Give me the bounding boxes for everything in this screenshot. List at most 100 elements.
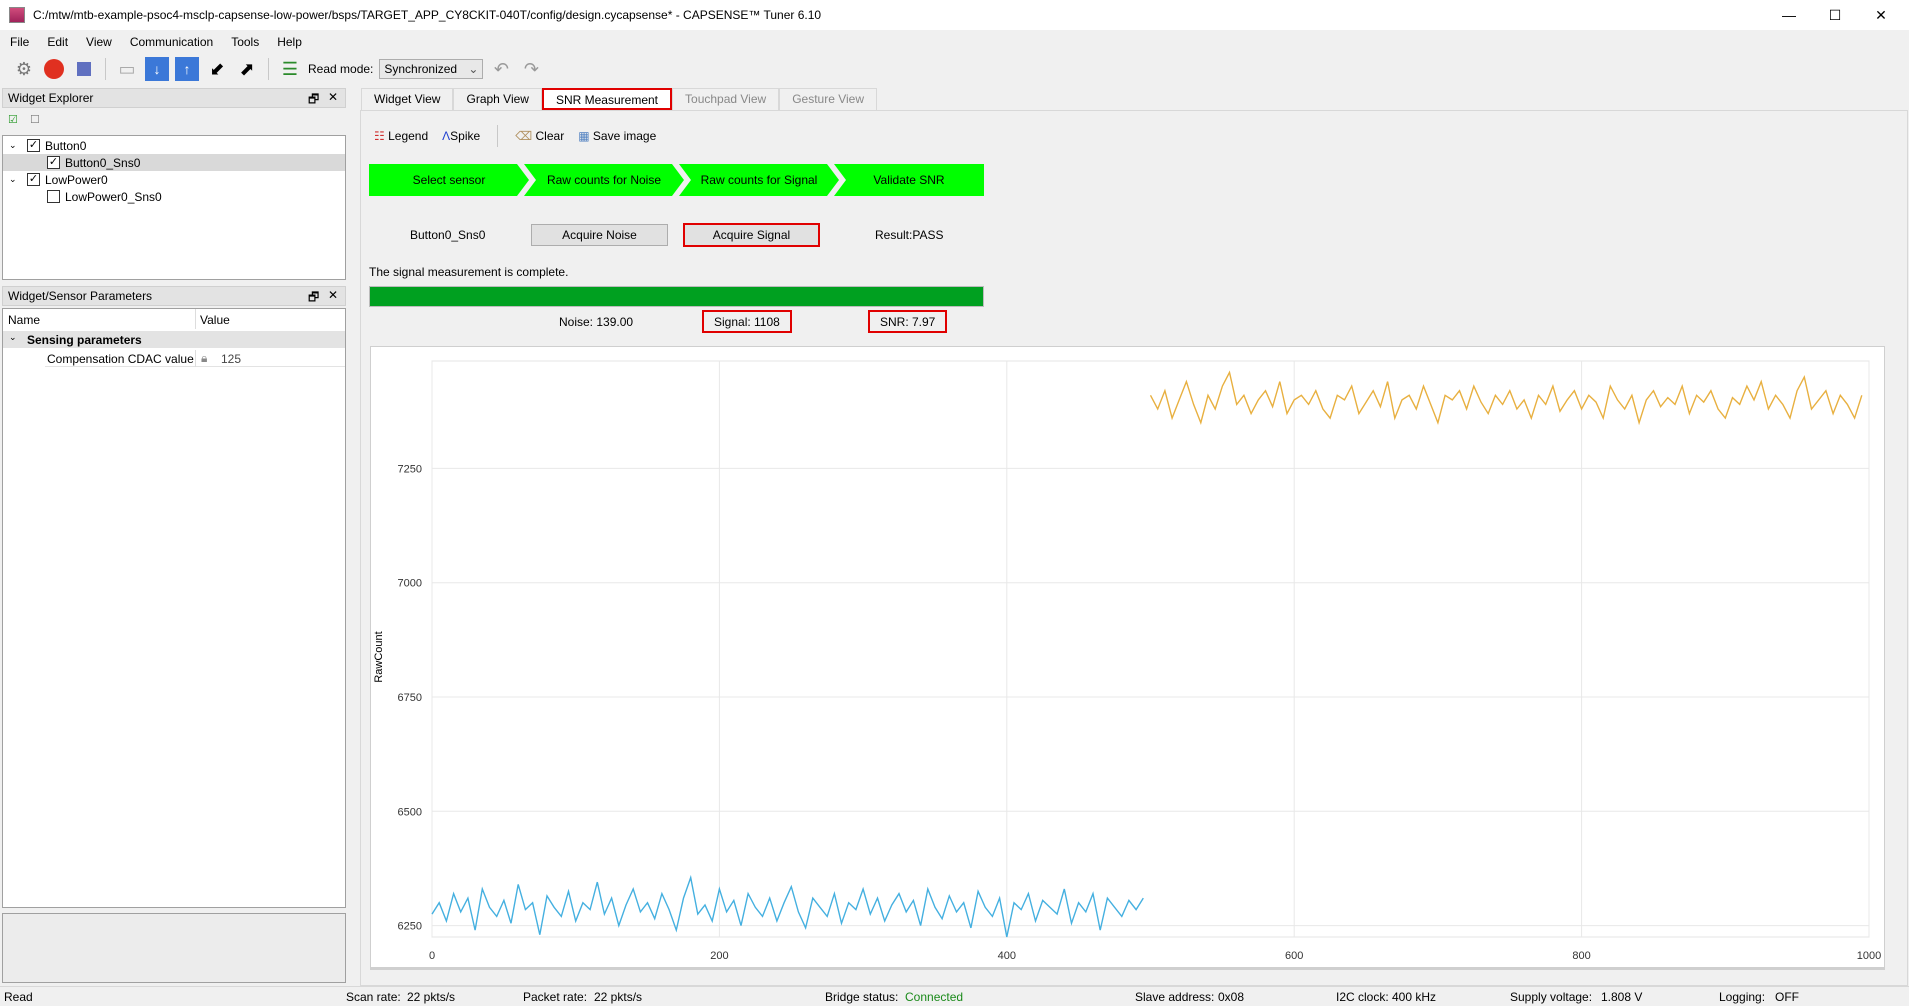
tab-snr-measurement[interactable]: SNR Measurement — [541, 88, 673, 110]
x-tick-label: 600 — [1285, 950, 1303, 962]
menu-edit[interactable]: Edit — [37, 32, 76, 52]
acquire-signal-button[interactable]: Acquire Signal — [683, 223, 820, 247]
parameters-header: Widget/Sensor Parameters 🗗 ✕ — [2, 286, 346, 306]
undo-icon[interactable]: ↶ — [489, 57, 513, 81]
y-tick-label: 6250 — [398, 921, 422, 933]
checkbox[interactable] — [47, 190, 60, 203]
step-signal: Raw counts for Signal — [679, 164, 839, 196]
tab-touchpad-view[interactable]: Touchpad View — [672, 88, 780, 110]
menu-view[interactable]: View — [76, 32, 120, 52]
tab-widget-view[interactable]: Widget View — [361, 88, 454, 110]
legend-button[interactable]: ☷ Legend — [374, 129, 428, 143]
disconnect-icon[interactable] — [42, 57, 66, 81]
packet-rate-value: 22 pkts/s — [594, 990, 643, 1004]
column-header-name: Name — [8, 313, 41, 327]
supply-voltage-value: 1.808 V — [1601, 990, 1643, 1004]
menu-communication[interactable]: Communication — [120, 32, 221, 52]
supply-voltage-label: Supply voltage: — [1510, 990, 1593, 1004]
close-panel-icon[interactable]: ✕ — [328, 90, 338, 104]
minimize-button[interactable]: — — [1766, 0, 1812, 30]
check-all-icon[interactable]: ☑ — [8, 113, 18, 126]
chevron-down-icon[interactable]: ⌄ — [9, 332, 17, 343]
signal-series-line — [1149, 370, 1863, 426]
gear-icon[interactable]: ⚙ — [12, 57, 36, 81]
x-tick-label: 800 — [1572, 950, 1590, 962]
float-icon[interactable]: 🗗 — [308, 288, 319, 309]
group-sensing-parameters[interactable]: ⌄ Sensing parameters — [3, 331, 345, 348]
checkbox[interactable]: ✓ — [47, 156, 60, 169]
close-button[interactable]: ✕ — [1858, 0, 1904, 30]
tree-item-button0[interactable]: ⌄ ✓ Button0 — [9, 137, 86, 154]
separator — [497, 125, 499, 147]
clear-button[interactable]: ⌫ Clear — [515, 129, 564, 143]
logging-value: OFF — [1775, 990, 1799, 1004]
chevron-down-icon[interactable]: ⌄ — [9, 140, 27, 151]
slave-address-label: Slave address: — [1135, 990, 1215, 1004]
slave-address-value: 0x08 — [1218, 990, 1245, 1004]
i2c-clock-value: 400 kHz — [1392, 990, 1437, 1004]
chart-container: 0 200 400 600 800 1000 6250 6500 6750 7000 7250 Ra… — [370, 346, 1885, 970]
float-icon[interactable]: 🗗 — [308, 90, 319, 111]
stop-icon[interactable] — [72, 57, 96, 81]
clear-label: Clear — [535, 129, 565, 143]
column-header-value: Value — [200, 313, 230, 327]
tree-item-lowpower0[interactable]: ⌄ ✓ LowPower0 — [9, 171, 108, 188]
read-mode-value: Synchronized — [384, 62, 458, 76]
title-bar: C:/mtw/mtb-example-psoc4-msclp-capsense-… — [0, 0, 1909, 30]
window-title: C:/mtw/mtb-example-psoc4-msclp-capsense-… — [33, 8, 822, 22]
read-mode-select[interactable]: Synchronized ⌄ — [379, 59, 484, 79]
checkbox[interactable]: ✓ — [27, 173, 40, 186]
menu-bar: File Edit View Communication Tools Help — [0, 32, 1909, 52]
panel-title: Widget Explorer — [8, 91, 94, 105]
bridge-status-value: Connected — [905, 990, 964, 1004]
step-validate: Validate SNR — [834, 164, 984, 196]
close-panel-icon[interactable]: ✕ — [328, 288, 338, 302]
parameters-table: Name Value ⌄ Sensing parameters Compensa… — [2, 308, 346, 908]
tab-gesture-view[interactable]: Gesture View — [779, 88, 877, 110]
spike-button[interactable]: ΛSpike — [442, 129, 480, 143]
menu-file[interactable]: File — [0, 32, 37, 52]
widget-tree: ⌄ ✓ Button0 ✓ Button0_Sns0 ⌄ ✓ LowPower0 LowP… — [2, 135, 346, 280]
logging-label: Logging: — [1719, 990, 1766, 1004]
y-tick-label: 6750 — [398, 692, 422, 704]
widget-explorer-header: Widget Explorer 🗗 ✕ — [2, 88, 346, 108]
save-image-button[interactable]: ▦ Save image — [578, 129, 656, 143]
download-icon[interactable]: ↓ — [145, 57, 169, 81]
tree-item-lowpower0-sns0[interactable]: LowPower0_Sns0 — [47, 188, 162, 205]
save-image-icon: ▦ — [578, 129, 590, 143]
param-row[interactable]: Compensation CDAC value 🔒︎ 125 — [45, 350, 345, 367]
tree-item-button0-sns0[interactable]: ✓ Button0_Sns0 — [3, 154, 345, 171]
export-icon[interactable]: ⬈ — [235, 57, 259, 81]
tree-label: LowPower0_Sns0 — [65, 189, 162, 204]
uncheck-all-icon[interactable]: ☐ — [30, 113, 40, 126]
snr-toolbar: ☷ Legend ΛSpike ⌫ Clear ▦ Save image — [374, 125, 656, 147]
upload-icon[interactable]: ↑ — [175, 57, 199, 81]
param-name: Compensation CDAC value — [47, 352, 194, 366]
acquire-noise-button[interactable]: Acquire Noise — [531, 224, 668, 246]
param-value[interactable]: 125 — [221, 352, 241, 366]
maximize-button[interactable]: ☐ — [1812, 0, 1858, 30]
status-bar: Read Scan rate: 22 pkts/s Packet rate: 2… — [0, 986, 1909, 1006]
tab-graph-view[interactable]: Graph View — [453, 88, 542, 110]
log-icon[interactable]: ☰ — [278, 57, 302, 81]
y-axis-label: RawCount — [373, 631, 385, 683]
menu-tools[interactable]: Tools — [221, 32, 267, 52]
redo-icon[interactable]: ↷ — [519, 57, 543, 81]
noise-value: Noise: 139.00 — [559, 315, 634, 329]
separator — [105, 58, 106, 80]
open-icon[interactable]: ▭ — [115, 57, 139, 81]
spike-icon: Λ — [442, 129, 451, 143]
tree-label: Button0 — [45, 138, 87, 153]
plot-area — [431, 360, 1870, 938]
checkbox[interactable]: ✓ — [27, 139, 40, 152]
status-message: The signal measurement is complete. — [369, 265, 569, 279]
tree-label: Button0_Sns0 — [65, 155, 141, 170]
sensor-name: Button0_Sns0 — [410, 228, 486, 242]
chevron-down-icon[interactable]: ⌄ — [9, 174, 27, 185]
menu-help[interactable]: Help — [267, 32, 310, 52]
import-icon[interactable]: ⬋ — [205, 57, 229, 81]
step-select-sensor: Select sensor — [369, 164, 529, 196]
legend-label: Legend — [388, 129, 429, 143]
separator — [268, 58, 269, 80]
scan-rate-value: 22 pkts/s — [407, 990, 456, 1004]
